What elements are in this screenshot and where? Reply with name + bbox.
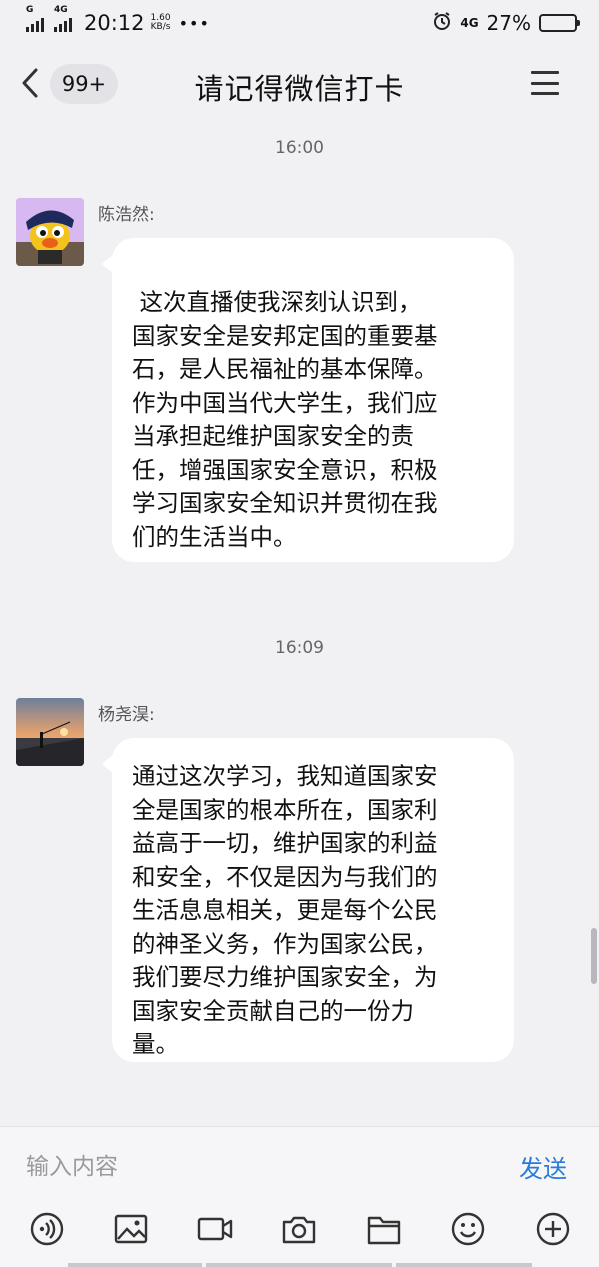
battery-percent: 27% <box>486 11 531 35</box>
message-line: 们的生活当中。 <box>132 522 297 551</box>
status-right: 4G 27% <box>432 11 580 36</box>
sunset-photo-avatar-icon <box>16 698 84 766</box>
bottom-indicator <box>0 1263 599 1267</box>
message-line: 作为中国当代大学生，我们应 <box>132 388 438 417</box>
emoji-icon[interactable] <box>450 1211 486 1247</box>
message-bubble[interactable]: 这次直播使我深刻认识到， 国家安全是安邦定国的重要基 石，是人民福祉的基本保障。… <box>102 238 514 562</box>
avatar[interactable] <box>16 198 84 266</box>
signal-2-label: 4G <box>54 5 68 15</box>
video-icon[interactable] <box>197 1211 233 1247</box>
message-timestamp: 16:09 <box>275 638 324 658</box>
page-title: 请记得微信打卡 <box>194 72 405 106</box>
message-input[interactable] <box>26 1147 466 1187</box>
message-line: 量。 <box>132 1030 179 1058</box>
message-line: 全是国家的根本所在，国家利 <box>132 795 438 824</box>
network-type-label: 4G <box>460 16 479 30</box>
voice-icon[interactable] <box>29 1211 65 1247</box>
camera-icon[interactable] <box>281 1211 317 1247</box>
message-timestamp: 16:00 <box>275 138 324 158</box>
message-line: 国家安全是安邦定国的重要基 <box>132 321 438 350</box>
message-line: 和安全，不仅是因为与我们的 <box>132 862 438 891</box>
message-line: 石，是人民福祉的基本保障。 <box>132 355 438 383</box>
plus-icon[interactable] <box>535 1211 571 1247</box>
message-line: 当承担起维护国家安全的责 <box>132 422 414 450</box>
message-line: 益高于一切，维护国家的利益 <box>132 829 438 857</box>
battery-icon <box>539 14 580 32</box>
input-toolbar <box>0 1211 599 1255</box>
image-icon[interactable] <box>113 1211 149 1247</box>
input-area: 发送 <box>0 1126 599 1267</box>
message-line: 国家安全贡献自己的一份力 <box>132 996 414 1025</box>
more-dots: ••• <box>178 13 210 33</box>
send-button[interactable]: 发送 <box>519 1149 567 1184</box>
message-line: 生活息息相关，更是每个公民 <box>132 896 438 924</box>
message-line: 的神圣义务，作为国家公民， <box>132 929 438 958</box>
message-line: 学习国家安全知识并贯彻在我 <box>132 489 438 517</box>
network-speed: 1.60 KB/s <box>151 14 171 32</box>
signal-2-icon: 4G <box>54 5 72 32</box>
signal-1-icon: G <box>26 5 44 32</box>
sender-name: 陈浩然: <box>98 205 155 225</box>
chat-header: 99+ 请记得微信打卡 <box>0 46 599 120</box>
message-bubble[interactable]: 通过这次学习，我知道国家安 全是国家的根本所在，国家利 益高于一切，维护国家的利… <box>102 738 514 1062</box>
message-line: 这次直播使我深刻认识到， <box>132 288 422 316</box>
menu-icon-bar <box>531 92 559 95</box>
scrollbar[interactable] <box>591 928 597 984</box>
sender-name: 杨尧淏: <box>98 705 155 725</box>
menu-button[interactable] <box>531 68 559 98</box>
message-line: 任，增强国家安全意识，积极 <box>132 455 438 484</box>
message-line: 我们要尽力维护国家安全，为 <box>132 963 438 991</box>
avatar[interactable] <box>16 698 84 766</box>
alarm-icon <box>432 11 452 36</box>
message-line: 通过这次学习，我知道国家安 <box>132 762 438 790</box>
clock: 20:12 <box>84 11 145 35</box>
menu-icon-bar <box>531 71 559 74</box>
speed-unit: KB/s <box>150 22 171 32</box>
status-bar: G 4G 20:12 1.60 KB/s ••• 4G 27% <box>0 0 599 46</box>
menu-icon-bar <box>531 81 559 85</box>
folder-icon[interactable] <box>366 1211 402 1247</box>
signal-1-label: G <box>26 5 34 15</box>
cartoon-avatar-icon <box>16 198 84 266</box>
